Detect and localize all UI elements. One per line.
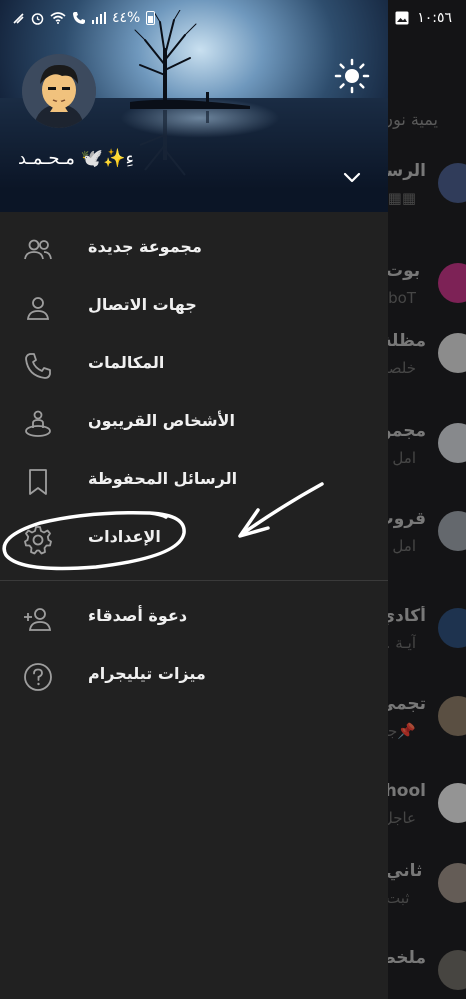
menu-item-invite-friends[interactable]: دعوة أصدقاء bbox=[0, 590, 388, 648]
menu-item-contacts[interactable]: جهات الاتصال bbox=[0, 279, 388, 337]
nfc-icon bbox=[13, 12, 24, 24]
status-right: ١٠:٥٦ bbox=[395, 10, 452, 26]
annotation-circle-icon bbox=[2, 510, 186, 571]
menu-item-label: دعوة أصدقاء bbox=[88, 606, 188, 625]
status-time: ١٠:٥٦ bbox=[417, 10, 452, 26]
battery-icon bbox=[146, 11, 156, 25]
new-group-icon bbox=[24, 239, 52, 260]
bookmark-icon bbox=[29, 469, 47, 495]
people-nearby-icon bbox=[25, 410, 51, 437]
menu-item-calls[interactable]: المكالمات bbox=[0, 337, 388, 395]
menu-item-label: ميزات تيليجرام bbox=[88, 664, 206, 683]
avatar-cartoon-icon bbox=[22, 54, 96, 128]
menu-item-new-group[interactable]: مجموعة جديدة bbox=[0, 221, 388, 279]
header-tree-image bbox=[130, 10, 250, 176]
alarm-icon bbox=[31, 12, 44, 25]
menu-item-label: مجموعة جديدة bbox=[88, 237, 202, 256]
navigation-drawer: ءِ✨🕊️ مـحـمـد مجموعة جديدة جهات الاتصال … bbox=[0, 0, 388, 999]
menu-item-telegram-features[interactable]: ميزات تيليجرام bbox=[0, 648, 388, 706]
menu-divider bbox=[0, 580, 388, 581]
menu-item-people-nearby[interactable]: الأشخاص القريبون bbox=[0, 395, 388, 453]
help-icon bbox=[24, 663, 52, 691]
menu-item-label: جهات الاتصال bbox=[88, 295, 197, 314]
wifi-call-icon bbox=[73, 12, 85, 24]
menu-item-saved-messages[interactable]: الرسائل المحفوظة bbox=[0, 453, 388, 511]
profile-avatar[interactable] bbox=[22, 54, 96, 128]
status-left: %٤٤ bbox=[12, 10, 156, 26]
menu-item-label: المكالمات bbox=[88, 353, 165, 372]
image-notification-icon bbox=[395, 11, 409, 25]
wifi-icon bbox=[50, 12, 66, 24]
menu-item-label: الرسائل المحفوظة bbox=[88, 469, 238, 488]
status-bar: %٤٤ ١٠:٥٦ bbox=[0, 0, 466, 36]
user-display-name[interactable]: ءِ✨🕊️ مـحـمـد bbox=[18, 148, 134, 169]
battery-percent: %٤٤ bbox=[112, 10, 141, 26]
invite-friends-icon bbox=[24, 608, 52, 631]
drawer-scrim[interactable] bbox=[388, 0, 466, 999]
menu-item-label: الأشخاص القريبون bbox=[88, 411, 235, 430]
contacts-icon bbox=[26, 297, 50, 320]
theme-toggle-sun-icon[interactable] bbox=[334, 58, 370, 94]
annotation-arrow-icon bbox=[238, 482, 324, 538]
chevron-down-icon[interactable] bbox=[338, 165, 366, 189]
calls-icon bbox=[25, 353, 51, 379]
signal-icon bbox=[92, 12, 106, 24]
